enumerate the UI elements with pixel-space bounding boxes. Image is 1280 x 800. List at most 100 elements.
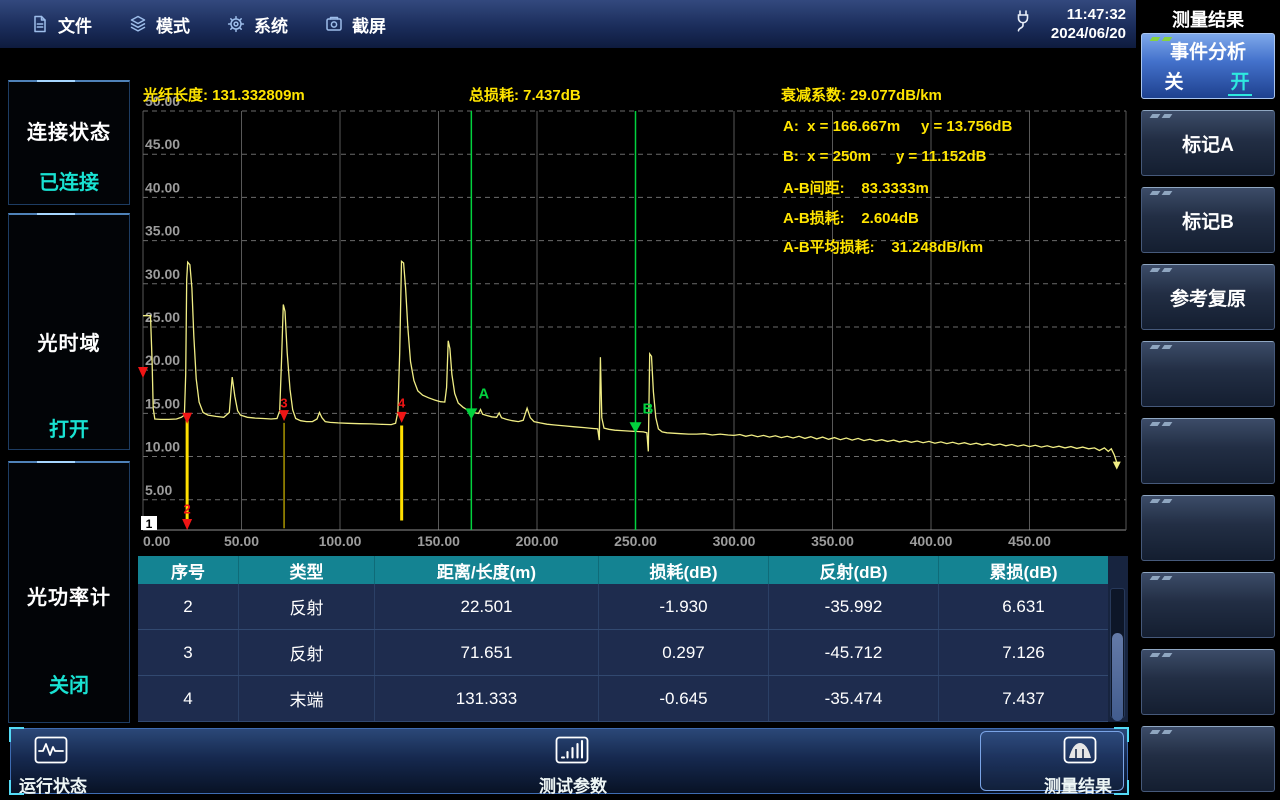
event-arrow [397,412,407,423]
fiber-length-stat: 光纤长度: 131.332809m [143,84,305,105]
attenuation-stat: 衰减系数: 29.077dB/km [781,84,942,105]
x-tick-label: 450.00 [1008,533,1051,549]
table-cell: -45.712 [768,630,938,675]
softkey-empty[interactable] [1141,418,1275,484]
event-number: 3 [280,395,287,410]
table-scrollbar[interactable] [1110,588,1125,718]
x-tick-label: 300.00 [713,533,756,549]
top-bar: 文件 模式 系统 截屏 11:47:32 2024/06/20 [0,0,1136,48]
right-sidebar: 测量结果 事件分析 关 开 标记A标记B参考复原 [1136,0,1280,800]
waveform-icon-wrap[interactable] [34,736,68,769]
menu-item-file[interactable]: 文件 [30,12,92,37]
y-tick-label: 20.00 [145,352,180,368]
softkey-empty[interactable] [1141,572,1275,638]
button-decor [1150,422,1161,426]
app: 文件 模式 系统 截屏 11:47:32 2024/06/20 测量结果 事件分析 关… [0,0,1280,800]
column-header: 反射(dB) [768,556,938,584]
event-table-body: 2反射22.501-1.930-35.9926.6313反射71.6510.29… [138,584,1108,722]
gear-icon [226,14,246,34]
event-number: 4 [398,395,406,410]
button-decor [1150,114,1161,118]
softkey-4[interactable]: 参考复原 [1141,264,1275,330]
softkey-label: 标记B [1182,207,1234,234]
y-tick-label: 35.00 [145,223,180,239]
y-tick-label: 30.00 [145,266,180,282]
marker-readout-line: A-B平均损耗: 31.248dB/km [783,236,983,257]
table-cell: 22.501 [374,584,598,629]
waveform-icon [34,736,68,764]
softkey-empty[interactable] [1141,341,1275,407]
panel-title: 光时域 [9,327,129,356]
plug-icon [1011,8,1035,36]
bottom-bar: 运行状态测试参数测量结果 [10,728,1128,794]
softkey-empty[interactable] [1141,726,1275,792]
results-icon-wrap[interactable] [1063,736,1097,769]
table-row[interactable]: 3反射71.6510.297-45.7127.126 [138,630,1108,676]
table-cell: -35.992 [768,584,938,629]
event-arrow [138,367,148,378]
table-cell: -0.645 [598,676,768,721]
softkey-2[interactable]: 标记A [1141,110,1275,176]
table-cell: 71.651 [374,630,598,675]
panel-status: 打开 [9,413,129,442]
bottom-tab-3-label[interactable]: 测量结果 [1033,772,1123,797]
panel-status: 已连接 [9,166,129,195]
trace-end-arrow [1113,462,1121,470]
x-tick-label: 50.00 [224,533,259,549]
x-tick-label: 200.00 [516,533,559,549]
left-panel-2[interactable]: 光时域 打开 [8,213,130,450]
otdr-trace [143,261,1117,462]
table-row[interactable]: 2反射22.501-1.930-35.9926.631 [138,584,1108,630]
bottom-tab-2-label[interactable]: 测试参数 [528,772,618,797]
menu-item-gear[interactable]: 系统 [226,12,288,37]
plug-icon [1011,8,1035,41]
toggle-off-label[interactable]: 关 [1164,67,1183,96]
status-area: 11:47:32 2024/06/20 [1011,0,1126,48]
button-decor [1150,499,1161,503]
button-decor [1150,576,1161,580]
x-tick-label: 100.00 [319,533,362,549]
event-number: 2 [184,502,191,517]
corner-bracket [1114,727,1129,742]
panel-title: 光功率计 [9,581,129,610]
x-tick-label: 0.00 [143,533,170,549]
y-tick-label: 40.00 [145,179,180,195]
softkey-3[interactable]: 标记B [1141,187,1275,253]
menu-item-layers[interactable]: 模式 [128,12,190,37]
column-header: 类型 [238,556,374,584]
button-decor [1150,653,1161,657]
column-header: 累损(dB) [938,556,1108,584]
button-decor [1150,345,1161,349]
event-analysis-toggle[interactable]: 事件分析 关 开 [1141,33,1275,99]
event-arrow [182,519,192,530]
time-text: 11:47:32 [1051,5,1126,25]
softkey-label: 参考复原 [1170,284,1246,311]
menu-item-label: 文件 [58,12,92,37]
left-panel-3[interactable]: 光功率计 关闭 [8,461,130,723]
table-cell: 131.333 [374,676,598,721]
layers-icon [128,14,148,34]
toggle-on-label[interactable]: 开 [1228,67,1251,96]
softkey-empty[interactable] [1141,649,1275,715]
left-panel-1[interactable]: 连接状态 已连接 [8,80,130,205]
x-tick-label: 400.00 [910,533,953,549]
scrollbar-thumb[interactable] [1112,633,1123,721]
params-icon [555,736,589,764]
panel-status: 关闭 [9,669,129,698]
marker-label-B: B [643,400,654,417]
button-decor [1150,191,1161,195]
table-cell: 反射 [238,630,374,675]
date-text: 2024/06/20 [1051,24,1126,44]
column-header: 损耗(dB) [598,556,768,584]
y-tick-label: 10.00 [145,439,180,455]
file-icon [30,14,50,34]
params-icon-wrap[interactable] [555,736,589,769]
table-cell: 反射 [238,584,374,629]
event-table: 序号类型距离/长度(m)损耗(dB)反射(dB)累损(dB) 2反射22.501… [138,556,1128,722]
marker-readout-line: A-B损耗: 2.604dB [783,207,919,228]
menu-item-camera[interactable]: 截屏 [324,12,386,37]
y-tick-label: 45.00 [145,136,180,152]
table-row[interactable]: 4末端131.333-0.645-35.4747.437 [138,676,1108,722]
softkey-empty[interactable] [1141,495,1275,561]
results-icon [1063,736,1097,764]
